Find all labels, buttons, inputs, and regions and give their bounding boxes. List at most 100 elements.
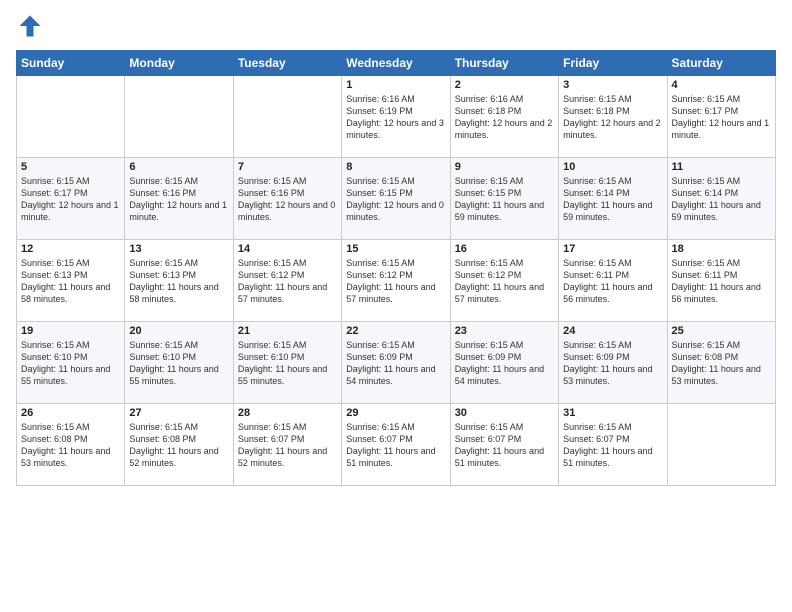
col-thursday: Thursday (450, 51, 558, 76)
cell-info: Sunrise: 6:15 AM (238, 175, 337, 187)
cell-info: Sunset: 6:14 PM (563, 187, 662, 199)
cell-info: Daylight: 11 hours and 59 minutes. (455, 199, 554, 223)
calendar-cell: 29Sunrise: 6:15 AMSunset: 6:07 PMDayligh… (342, 404, 450, 486)
calendar-cell: 31Sunrise: 6:15 AMSunset: 6:07 PMDayligh… (559, 404, 667, 486)
cell-info: Daylight: 12 hours and 1 minute. (129, 199, 228, 223)
calendar-cell: 17Sunrise: 6:15 AMSunset: 6:11 PMDayligh… (559, 240, 667, 322)
cell-info: Sunrise: 6:15 AM (21, 257, 120, 269)
cell-info: Daylight: 11 hours and 57 minutes. (455, 281, 554, 305)
col-sunday: Sunday (17, 51, 125, 76)
calendar-cell: 30Sunrise: 6:15 AMSunset: 6:07 PMDayligh… (450, 404, 558, 486)
day-number: 5 (21, 161, 120, 173)
calendar-cell: 14Sunrise: 6:15 AMSunset: 6:12 PMDayligh… (233, 240, 341, 322)
cell-info: Sunset: 6:07 PM (455, 433, 554, 445)
calendar-cell: 22Sunrise: 6:15 AMSunset: 6:09 PMDayligh… (342, 322, 450, 404)
cell-info: Daylight: 12 hours and 3 minutes. (346, 117, 445, 141)
cell-info: Sunset: 6:10 PM (238, 351, 337, 363)
cell-info: Daylight: 11 hours and 59 minutes. (672, 199, 771, 223)
cell-info: Sunset: 6:15 PM (455, 187, 554, 199)
cell-info: Sunset: 6:11 PM (672, 269, 771, 281)
cell-info: Sunrise: 6:15 AM (238, 339, 337, 351)
day-number: 13 (129, 243, 228, 255)
day-number: 7 (238, 161, 337, 173)
calendar-cell: 3Sunrise: 6:15 AMSunset: 6:18 PMDaylight… (559, 76, 667, 158)
cell-info: Sunrise: 6:15 AM (455, 257, 554, 269)
cell-info: Sunrise: 6:15 AM (21, 175, 120, 187)
day-number: 22 (346, 325, 445, 337)
calendar-cell: 21Sunrise: 6:15 AMSunset: 6:10 PMDayligh… (233, 322, 341, 404)
cell-info: Sunrise: 6:15 AM (563, 257, 662, 269)
day-number: 25 (672, 325, 771, 337)
cell-info: Daylight: 11 hours and 55 minutes. (21, 363, 120, 387)
cell-info: Daylight: 11 hours and 52 minutes. (238, 445, 337, 469)
day-number: 30 (455, 407, 554, 419)
day-number: 17 (563, 243, 662, 255)
calendar-cell: 5Sunrise: 6:15 AMSunset: 6:17 PMDaylight… (17, 158, 125, 240)
cell-info: Sunset: 6:17 PM (21, 187, 120, 199)
cell-info: Daylight: 11 hours and 58 minutes. (21, 281, 120, 305)
calendar: Sunday Monday Tuesday Wednesday Thursday… (16, 50, 776, 486)
cell-info: Daylight: 11 hours and 53 minutes. (672, 363, 771, 387)
calendar-cell: 23Sunrise: 6:15 AMSunset: 6:09 PMDayligh… (450, 322, 558, 404)
cell-info: Daylight: 11 hours and 51 minutes. (563, 445, 662, 469)
cell-info: Sunset: 6:14 PM (672, 187, 771, 199)
day-number: 18 (672, 243, 771, 255)
calendar-cell: 16Sunrise: 6:15 AMSunset: 6:12 PMDayligh… (450, 240, 558, 322)
calendar-cell: 6Sunrise: 6:15 AMSunset: 6:16 PMDaylight… (125, 158, 233, 240)
day-number: 15 (346, 243, 445, 255)
cell-info: Sunrise: 6:15 AM (346, 339, 445, 351)
calendar-week-row: 1Sunrise: 6:16 AMSunset: 6:19 PMDaylight… (17, 76, 776, 158)
day-number: 2 (455, 79, 554, 91)
cell-info: Sunrise: 6:16 AM (455, 93, 554, 105)
logo-icon (16, 12, 44, 40)
cell-info: Sunset: 6:10 PM (129, 351, 228, 363)
calendar-header-row: Sunday Monday Tuesday Wednesday Thursday… (17, 51, 776, 76)
cell-info: Sunrise: 6:15 AM (238, 421, 337, 433)
day-number: 20 (129, 325, 228, 337)
calendar-cell: 8Sunrise: 6:15 AMSunset: 6:15 PMDaylight… (342, 158, 450, 240)
day-number: 3 (563, 79, 662, 91)
cell-info: Sunrise: 6:15 AM (563, 175, 662, 187)
calendar-cell: 18Sunrise: 6:15 AMSunset: 6:11 PMDayligh… (667, 240, 775, 322)
cell-info: Sunset: 6:09 PM (455, 351, 554, 363)
calendar-cell: 28Sunrise: 6:15 AMSunset: 6:07 PMDayligh… (233, 404, 341, 486)
cell-info: Daylight: 12 hours and 1 minute. (672, 117, 771, 141)
cell-info: Daylight: 11 hours and 56 minutes. (563, 281, 662, 305)
cell-info: Sunset: 6:13 PM (21, 269, 120, 281)
day-number: 10 (563, 161, 662, 173)
cell-info: Sunrise: 6:15 AM (346, 175, 445, 187)
logo (16, 12, 48, 40)
calendar-cell: 13Sunrise: 6:15 AMSunset: 6:13 PMDayligh… (125, 240, 233, 322)
cell-info: Sunrise: 6:15 AM (21, 421, 120, 433)
cell-info: Daylight: 11 hours and 53 minutes. (21, 445, 120, 469)
page: Sunday Monday Tuesday Wednesday Thursday… (0, 0, 792, 612)
cell-info: Daylight: 12 hours and 0 minutes. (346, 199, 445, 223)
calendar-cell: 20Sunrise: 6:15 AMSunset: 6:10 PMDayligh… (125, 322, 233, 404)
calendar-week-row: 12Sunrise: 6:15 AMSunset: 6:13 PMDayligh… (17, 240, 776, 322)
calendar-cell: 15Sunrise: 6:15 AMSunset: 6:12 PMDayligh… (342, 240, 450, 322)
calendar-cell (125, 76, 233, 158)
day-number: 28 (238, 407, 337, 419)
calendar-cell: 24Sunrise: 6:15 AMSunset: 6:09 PMDayligh… (559, 322, 667, 404)
calendar-week-row: 5Sunrise: 6:15 AMSunset: 6:17 PMDaylight… (17, 158, 776, 240)
day-number: 21 (238, 325, 337, 337)
day-number: 14 (238, 243, 337, 255)
col-saturday: Saturday (667, 51, 775, 76)
cell-info: Sunset: 6:15 PM (346, 187, 445, 199)
calendar-cell (17, 76, 125, 158)
calendar-cell: 10Sunrise: 6:15 AMSunset: 6:14 PMDayligh… (559, 158, 667, 240)
cell-info: Sunrise: 6:15 AM (672, 93, 771, 105)
calendar-cell: 7Sunrise: 6:15 AMSunset: 6:16 PMDaylight… (233, 158, 341, 240)
cell-info: Daylight: 11 hours and 54 minutes. (346, 363, 445, 387)
cell-info: Sunset: 6:08 PM (21, 433, 120, 445)
cell-info: Sunrise: 6:15 AM (672, 339, 771, 351)
day-number: 16 (455, 243, 554, 255)
cell-info: Daylight: 12 hours and 2 minutes. (455, 117, 554, 141)
day-number: 9 (455, 161, 554, 173)
cell-info: Daylight: 11 hours and 51 minutes. (455, 445, 554, 469)
cell-info: Sunrise: 6:15 AM (238, 257, 337, 269)
cell-info: Sunset: 6:07 PM (563, 433, 662, 445)
cell-info: Daylight: 11 hours and 54 minutes. (455, 363, 554, 387)
calendar-cell: 26Sunrise: 6:15 AMSunset: 6:08 PMDayligh… (17, 404, 125, 486)
cell-info: Sunset: 6:09 PM (563, 351, 662, 363)
